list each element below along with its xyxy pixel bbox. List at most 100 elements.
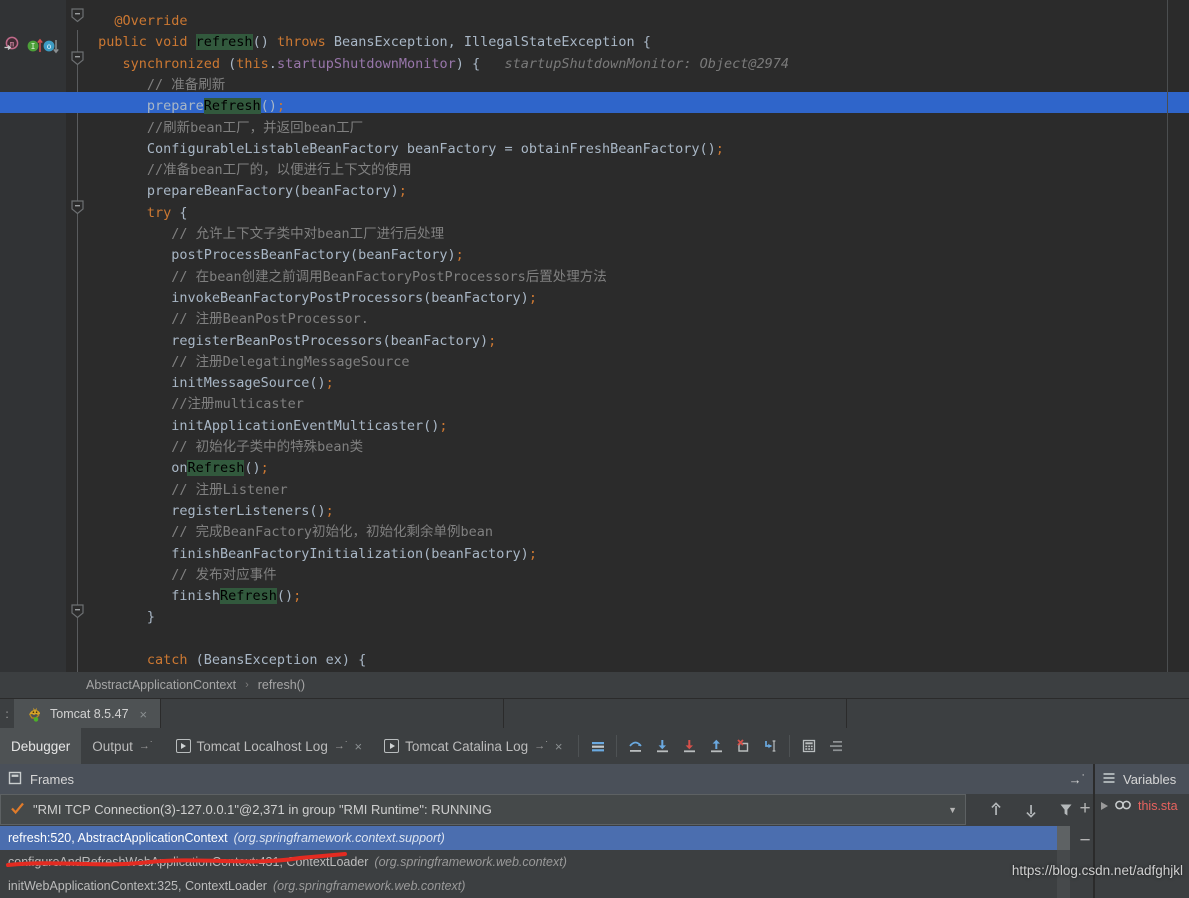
remove-watch-button[interactable]: − <box>1079 830 1090 852</box>
pin-icon[interactable]: →˙ <box>139 740 154 752</box>
frames-up-button[interactable] <box>982 796 1009 823</box>
code-token: startupShutdownMonitor <box>276 55 456 72</box>
code-token: () <box>260 98 277 115</box>
tab-debugger[interactable]: Debugger <box>0 728 82 764</box>
close-icon[interactable]: × <box>140 707 148 722</box>
code-line[interactable]: synchronized (this.startupShutdownMonito… <box>122 54 789 75</box>
code-line[interactable]: // 允许上下文子类中对bean工厂进行后处理 <box>171 224 444 245</box>
svg-text:o: o <box>47 42 52 51</box>
pin-icon[interactable]: →˙ <box>334 740 349 752</box>
code-line[interactable]: // 注册BeanPostProcessor. <box>171 309 369 330</box>
code-line[interactable]: registerBeanPostProcessors(beanFactory); <box>171 331 496 352</box>
code-line[interactable]: initApplicationEventMulticaster(); <box>171 416 447 437</box>
code-line[interactable]: finishRefresh(); <box>171 586 301 607</box>
code-line[interactable]: catch (BeansException ex) { <box>147 650 366 671</box>
stack-frame-row[interactable]: configureAndRefreshWebApplicationContext… <box>0 850 1093 874</box>
stack-frame-package: (org.springframework.context.support) <box>233 831 445 845</box>
code-line[interactable]: ConfigurableListableBeanFactory beanFact… <box>147 139 724 160</box>
tab-tomcat-localhost-log[interactable]: Tomcat Localhost Log →˙ × <box>165 728 374 764</box>
code-token: // 完成BeanFactory初始化，初始化剩余单例bean <box>171 524 493 541</box>
code-line[interactable]: invokeBeanFactoryPostProcessors(beanFact… <box>171 288 537 309</box>
variables-title-bar: Variables <box>1095 764 1189 794</box>
close-icon[interactable]: × <box>555 739 563 754</box>
frames-scrollbar-thumb[interactable] <box>1057 826 1070 850</box>
code-token: initMessageSource() <box>171 375 326 392</box>
frames-pane[interactable]: Frames →˙ "RMI TCP Connection(3)-127.0.0… <box>0 764 1093 898</box>
breadcrumb-separator-icon: › <box>245 679 249 691</box>
right-margin-guide <box>1167 0 1168 672</box>
close-icon[interactable]: × <box>355 739 363 754</box>
variables-add-remove-toolbar[interactable]: + − <box>1075 794 1095 898</box>
frames-pin-icon[interactable]: →˙ <box>1069 772 1093 787</box>
step-out-button[interactable] <box>703 733 730 760</box>
code-token: try <box>146 204 180 221</box>
run-tool-window-tabs[interactable]: : Tomcat 8.5.47 × <box>0 698 1189 729</box>
stack-frame-row[interactable]: initWebApplicationContext:325, ContextLo… <box>0 874 1093 898</box>
breadcrumb[interactable]: AbstractApplicationContext › refresh() <box>0 672 1189 698</box>
evaluate-expression-button[interactable] <box>795 733 822 760</box>
code-line[interactable]: // 在bean创建之前调用BeanFactoryPostProcessors后… <box>171 267 607 288</box>
code-token: Refresh <box>187 460 245 477</box>
stack-frame-method: refresh:520, AbstractApplicationContext <box>8 831 228 845</box>
frames-down-button[interactable] <box>1017 796 1044 823</box>
check-icon <box>10 801 25 819</box>
code-line[interactable]: finishBeanFactoryInitialization(beanFact… <box>171 544 537 565</box>
code-line[interactable]: postProcessBeanFactory(beanFactory); <box>171 245 464 266</box>
stack-frame-row[interactable]: refresh:520, AbstractApplicationContext (… <box>0 826 1057 850</box>
tab-output-label: Output <box>92 738 133 754</box>
code-line[interactable]: prepareBeanFactory(beanFactory); <box>147 181 407 202</box>
fold-marker-icon[interactable] <box>71 50 84 66</box>
code-token: // 注册DelegatingMessageSource <box>171 353 410 370</box>
pin-icon[interactable]: →˙ <box>534 740 549 752</box>
chevron-down-icon[interactable]: ▼ <box>948 805 965 815</box>
fold-marker-icon[interactable] <box>71 200 84 215</box>
code-line[interactable]: //刷新bean工厂，并返回bean工厂 <box>147 118 363 139</box>
call-stack-list[interactable]: refresh:520, AbstractApplicationContext (… <box>0 826 1093 898</box>
code-line[interactable]: // 注册Listener <box>171 480 287 501</box>
code-text[interactable]: @Override public void refresh() throws Be… <box>0 0 1189 672</box>
breadcrumb-class[interactable]: AbstractApplicationContext <box>86 678 236 692</box>
implementing-bean-out-icon[interactable]: o <box>43 38 61 54</box>
add-watch-button[interactable]: + <box>1079 798 1090 820</box>
code-token: public <box>98 34 156 51</box>
show-execution-point-button[interactable] <box>584 733 611 760</box>
code-line[interactable]: } <box>147 607 155 628</box>
breadcrumb-method[interactable]: refresh() <box>258 678 305 692</box>
code-line[interactable]: // 注册DelegatingMessageSource <box>171 352 409 373</box>
code-line[interactable]: onRefresh(); <box>171 458 269 479</box>
code-token: ; <box>528 289 537 306</box>
code-token: throws <box>276 34 334 51</box>
tab-tomcat-catalina-log[interactable]: Tomcat Catalina Log →˙ × <box>373 728 573 764</box>
tab-output[interactable]: Output →˙ <box>81 728 164 764</box>
debugger-lower-panels[interactable]: Frames →˙ "RMI TCP Connection(3)-127.0.0… <box>0 764 1189 898</box>
toolbar-divider <box>578 735 580 757</box>
code-line[interactable]: // 完成BeanFactory初始化，初始化剩余单例bean <box>171 522 493 543</box>
variable-row[interactable]: this.sta <box>1095 792 1189 820</box>
debugger-toolbar[interactable]: Debugger Output →˙ Tomcat Localhost Log … <box>0 728 1189 764</box>
override-method-icon[interactable]: m <box>4 36 22 52</box>
run-tab-tomcat[interactable]: Tomcat 8.5.47 × <box>14 699 162 729</box>
stack-frame-method: configureAndRefreshWebApplicationContext… <box>8 855 369 869</box>
code-line[interactable]: @Override <box>114 11 187 32</box>
code-line[interactable]: initMessageSource(); <box>171 373 334 394</box>
expand-triangle-icon[interactable] <box>1101 802 1108 810</box>
fold-marker-icon[interactable] <box>71 8 84 23</box>
step-over-button[interactable] <box>622 733 649 760</box>
code-line[interactable]: //注册multicaster <box>171 394 304 415</box>
fold-marker-icon[interactable] <box>71 604 84 619</box>
run-to-cursor-button[interactable] <box>757 733 784 760</box>
code-token: Refresh <box>203 98 261 115</box>
trace-current-stream-button[interactable] <box>822 733 849 760</box>
code-line[interactable]: public void refresh() throws BeansExcept… <box>98 32 651 53</box>
code-line[interactable]: //准备bean工厂的，以便进行上下文的使用 <box>147 160 412 181</box>
code-line[interactable]: prepareRefresh(); <box>147 96 285 117</box>
code-line[interactable]: // 发布对应事件 <box>171 565 276 586</box>
code-line[interactable]: // 初始化子类中的特殊bean类 <box>171 437 363 458</box>
drop-frame-button[interactable] <box>730 733 757 760</box>
force-step-into-button[interactable] <box>676 733 703 760</box>
thread-selector[interactable]: "RMI TCP Connection(3)-127.0.0.1"@2,371 … <box>0 794 966 825</box>
code-line[interactable]: registerListeners(); <box>171 501 334 522</box>
code-line[interactable]: try { <box>147 203 188 224</box>
step-into-button[interactable] <box>649 733 676 760</box>
code-editor[interactable]: mIo @Override public void refresh() throw… <box>0 0 1189 672</box>
